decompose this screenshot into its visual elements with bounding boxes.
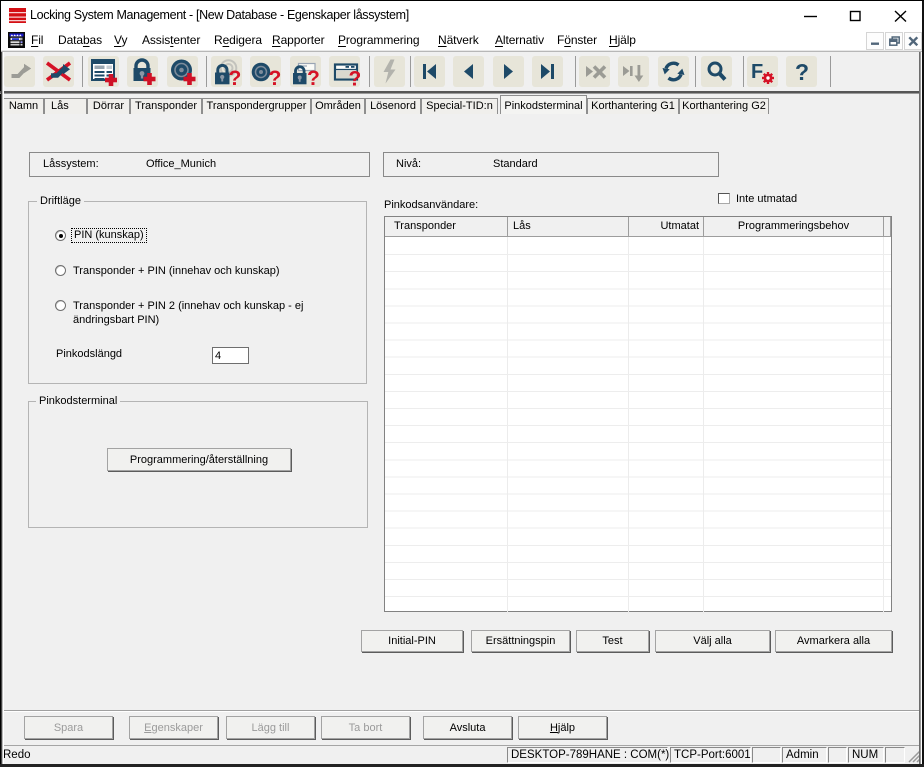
- svg-text:?: ?: [229, 67, 242, 87]
- svg-text:F: F: [751, 61, 763, 83]
- svg-text:?: ?: [795, 59, 809, 85]
- svg-text:?: ?: [269, 67, 282, 87]
- svg-text:?: ?: [307, 67, 320, 87]
- svg-text:?: ?: [349, 68, 361, 88]
